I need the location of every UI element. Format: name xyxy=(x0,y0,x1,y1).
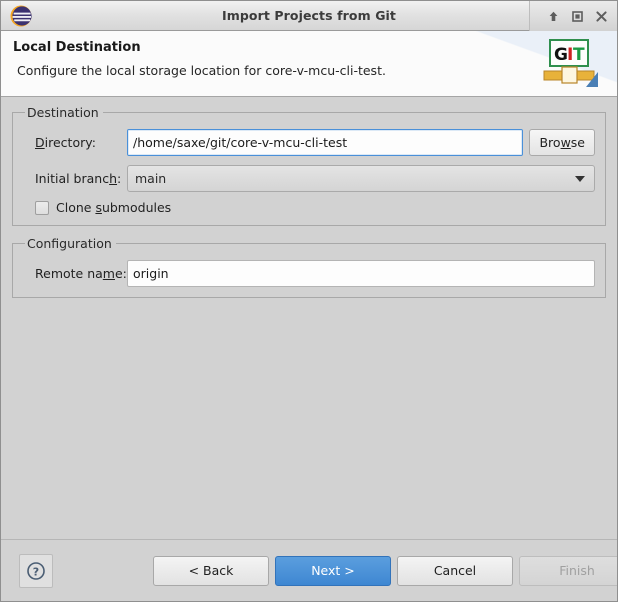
initial-branch-label: Initial branch: xyxy=(35,170,122,186)
import-projects-from-git-dialog: Import Projects from Git Local Destinati… xyxy=(0,0,618,602)
cancel-button[interactable]: Cancel xyxy=(397,555,513,586)
maximize-icon[interactable] xyxy=(565,3,589,29)
page-title: Local Destination xyxy=(13,40,141,55)
browse-button[interactable]: Browse xyxy=(529,128,595,156)
eclipse-logo-icon xyxy=(9,4,33,28)
initial-branch-combo[interactable]: main xyxy=(127,164,595,192)
svg-text:G: G xyxy=(554,45,568,65)
svg-text:T: T xyxy=(573,45,585,65)
remote-name-label: Remote name: xyxy=(35,265,127,281)
dialog-body: Destination Directory: Browse Initial br… xyxy=(1,97,617,539)
finish-button: Finish xyxy=(519,555,617,586)
window-controls xyxy=(541,1,617,31)
back-button[interactable]: < Back xyxy=(153,555,269,586)
remote-name-input[interactable] xyxy=(127,259,595,287)
wizard-header: Local Destination Configure the local st… xyxy=(1,31,617,97)
chevron-down-icon xyxy=(575,176,585,182)
git-logo-icon: G I T xyxy=(541,39,601,91)
directory-label: Directory: xyxy=(35,134,96,150)
directory-input[interactable] xyxy=(127,128,524,156)
dialog-footer: ? < Back Next > Cancel Finish xyxy=(1,540,617,601)
next-button[interactable]: Next > xyxy=(275,555,391,586)
help-button[interactable]: ? xyxy=(19,553,53,588)
clone-submodules-checkbox[interactable] xyxy=(35,200,49,215)
clone-submodules-row[interactable]: Clone submodules xyxy=(23,200,595,215)
initial-branch-row: Initial branch: main xyxy=(23,164,595,192)
page-description: Configure the local storage location for… xyxy=(17,63,386,78)
window-title: Import Projects from Git xyxy=(221,8,397,23)
svg-text:?: ? xyxy=(33,565,39,578)
clone-submodules-label[interactable]: Clone submodules xyxy=(56,200,171,215)
wizard-buttons: < Back Next > Cancel Finish xyxy=(153,555,617,586)
configuration-group: Configuration Remote name: xyxy=(12,236,606,298)
shade-up-icon[interactable] xyxy=(541,3,565,29)
destination-group-label: Destination xyxy=(27,105,99,120)
close-icon[interactable] xyxy=(589,3,613,29)
remote-name-row: Remote name: xyxy=(23,259,595,287)
directory-row: Directory: Browse xyxy=(23,128,595,156)
configuration-group-label: Configuration xyxy=(27,236,112,251)
initial-branch-value: main xyxy=(135,170,167,186)
destination-group: Destination Directory: Browse Initial br… xyxy=(12,105,606,226)
title-bar[interactable]: Import Projects from Git xyxy=(1,1,617,31)
